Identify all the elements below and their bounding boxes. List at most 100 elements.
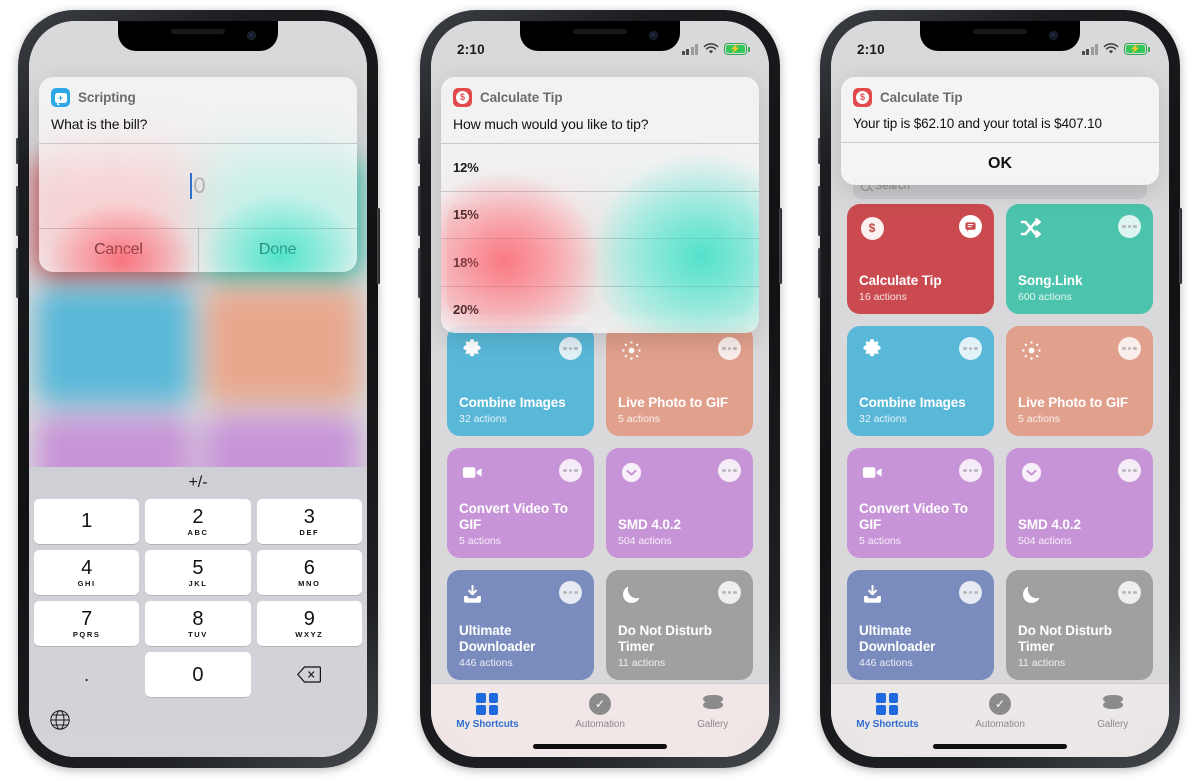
key-9[interactable]: 9 WXYZ	[256, 601, 362, 646]
tile-title: Live Photo to GIF	[1018, 395, 1129, 411]
done-button[interactable]: Done	[198, 228, 357, 272]
tile-more-button[interactable]	[1118, 215, 1141, 238]
tile-text: Convert Video To GIF 5 actions	[859, 501, 982, 547]
tab-my-shortcuts[interactable]: My Shortcuts	[831, 693, 944, 730]
key-letters: TUV	[188, 629, 208, 639]
shortcut-tile-calculate-tip[interactable]: $ Calculate Tip 16 actions	[847, 204, 994, 314]
tile-title: Convert Video To GIF	[459, 501, 568, 533]
mute-switch[interactable]	[16, 138, 19, 164]
volume-up-button[interactable]	[16, 186, 19, 236]
shortcut-tile-convert-video-to-gif[interactable]: Convert Video To GIF 5 actions	[447, 448, 594, 558]
shortcut-tile-live-photo-to-gif[interactable]: Live Photo to GIF 5 actions	[606, 326, 753, 436]
notch	[520, 21, 680, 51]
shortcut-tile-combine-images[interactable]: Combine Images 32 actions	[847, 326, 994, 436]
number-input-field[interactable]: 0	[39, 144, 357, 228]
volume-down-button[interactable]	[418, 248, 421, 298]
home-indicator[interactable]	[533, 744, 667, 749]
volume-down-button[interactable]	[16, 248, 19, 298]
key-7[interactable]: 7 PQRS	[34, 601, 140, 646]
key-4[interactable]: 4 GHI	[34, 550, 140, 595]
tab-label: My Shortcuts	[456, 719, 519, 730]
tile-title: Do Not Disturb Timer	[618, 623, 712, 655]
tile-more-button[interactable]	[959, 581, 982, 604]
tile-more-button[interactable]	[718, 337, 741, 360]
status-time: 2:10	[457, 41, 485, 57]
shortcut-tile-convert-video-to-gif[interactable]: Convert Video To GIF 5 actions	[847, 448, 994, 558]
tile-more-button[interactable]	[959, 337, 982, 360]
key-digit: 9	[303, 607, 315, 630]
shortcut-tile-do-not-disturb-timer[interactable]: Do Not Disturb Timer 11 actions	[1006, 570, 1153, 680]
key-2[interactable]: 2 ABC	[145, 499, 251, 544]
plus-minus-button[interactable]: +/-	[29, 467, 367, 499]
tile-more-button[interactable]	[718, 459, 741, 482]
tile-more-button[interactable]	[559, 337, 582, 360]
power-button[interactable]	[1179, 208, 1182, 284]
volume-up-button[interactable]	[418, 186, 421, 236]
volume-down-button[interactable]	[818, 248, 821, 298]
tile-subtitle: 11 actions	[1018, 657, 1066, 669]
shortcut-tile-do-not-disturb-timer[interactable]: Do Not Disturb Timer 11 actions	[606, 570, 753, 680]
option-18[interactable]: 18%	[441, 239, 759, 286]
tab-gallery[interactable]: Gallery	[656, 693, 769, 730]
tile-blur-3	[35, 287, 192, 404]
key-6[interactable]: 6 MNO	[256, 550, 362, 595]
tile-subtitle: 446 actions	[859, 657, 913, 669]
calculate-tip-coin-icon: $	[853, 88, 872, 107]
tile-more-button[interactable]	[1118, 459, 1141, 482]
tab-automation[interactable]: ✓ Automation	[544, 693, 657, 730]
shortcut-tile-ultimate-downloader[interactable]: Ultimate Downloader 446 actions	[447, 570, 594, 680]
option-20[interactable]: 20%	[441, 286, 759, 333]
key-decimal[interactable]: .	[34, 652, 139, 697]
tile-subtitle: 16 actions	[859, 291, 907, 303]
tab-label: Automation	[575, 719, 625, 730]
tab-gallery[interactable]: Gallery	[1056, 693, 1169, 730]
shortcut-tile-combine-images[interactable]: Combine Images 32 actions	[447, 326, 594, 436]
volume-up-button[interactable]	[818, 186, 821, 236]
option-12[interactable]: 12%	[441, 144, 759, 191]
tile-more-button[interactable]	[959, 459, 982, 482]
key-5[interactable]: 5 JKL	[145, 550, 251, 595]
grid-icon	[876, 693, 899, 715]
option-15[interactable]: 15%	[441, 191, 759, 238]
input-value: 0	[193, 172, 206, 198]
scripting-input-dialog: + Scripting What is the bill? 0 Cancel D…	[39, 77, 357, 272]
key-letters: PQRS	[72, 629, 101, 639]
key-3[interactable]: 3 DEF	[256, 499, 362, 544]
power-button[interactable]	[779, 208, 782, 284]
delete-key[interactable]	[257, 652, 362, 697]
earpiece-speaker	[573, 29, 627, 34]
tile-title: Do Not Disturb Timer	[1018, 623, 1112, 655]
globe-icon[interactable]	[49, 709, 71, 731]
tab-automation[interactable]: ✓ Automation	[944, 693, 1057, 730]
tile-text: SMD 4.0.2 504 actions	[1018, 517, 1141, 547]
shortcut-tile-song-link[interactable]: Song.Link 600 actions	[1006, 204, 1153, 314]
tile-title: Live Photo to GIF	[618, 395, 729, 411]
dialog-app-row: $ Calculate Tip	[453, 88, 747, 107]
tile-more-button[interactable]	[718, 581, 741, 604]
tile-more-button[interactable]	[1118, 581, 1141, 604]
tile-more-button[interactable]	[1118, 337, 1141, 360]
shortcut-tile-smd[interactable]: SMD 4.0.2 504 actions	[1006, 448, 1153, 558]
moon-icon	[1018, 581, 1044, 607]
key-8[interactable]: 8 TUV	[145, 601, 251, 646]
tile-text: Convert Video To GIF 5 actions	[459, 501, 582, 547]
shortcut-tile-live-photo-to-gif[interactable]: Live Photo to GIF 5 actions	[1006, 326, 1153, 436]
dialog-app-name: Calculate Tip	[480, 90, 563, 105]
key-1[interactable]: 1	[34, 499, 140, 544]
tile-more-button[interactable]	[559, 459, 582, 482]
mute-switch[interactable]	[818, 138, 821, 164]
key-0[interactable]: 0	[145, 652, 251, 697]
shortcut-tile-smd[interactable]: SMD 4.0.2 504 actions	[606, 448, 753, 558]
cancel-button[interactable]: Cancel	[39, 228, 198, 272]
mute-switch[interactable]	[418, 138, 421, 164]
home-indicator[interactable]	[933, 744, 1067, 749]
tile-subtitle: 32 actions	[459, 413, 507, 425]
front-camera	[1049, 31, 1058, 40]
power-button[interactable]	[377, 208, 380, 284]
ok-button[interactable]: OK	[841, 143, 1159, 185]
tile-more-button[interactable]	[559, 581, 582, 604]
phone-1-screen: + Scripting What is the bill? 0 Cancel D…	[29, 21, 367, 757]
tile-title: Ultimate Downloader	[859, 623, 936, 655]
tab-my-shortcuts[interactable]: My Shortcuts	[431, 693, 544, 730]
shortcut-tile-ultimate-downloader[interactable]: Ultimate Downloader 446 actions	[847, 570, 994, 680]
